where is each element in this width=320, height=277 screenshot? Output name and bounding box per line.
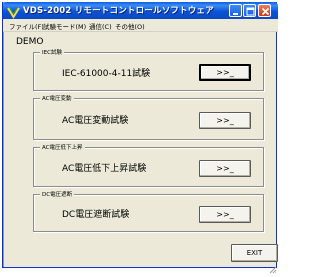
group-legend: AC電圧変動 [40, 94, 74, 102]
main-window: VDS-2002 リモートコントロールソフトウェア ファイル(F) 試験モード(… [2, 2, 278, 274]
menu-communication[interactable]: 通信(C) [89, 21, 112, 31]
menu-other[interactable]: その他(O) [115, 21, 145, 31]
group-iec-test: IEC試験 IEC-61000-4-11試験 >>_ [33, 48, 264, 91]
menu-file[interactable]: ファイル(F) [9, 21, 44, 31]
minimize-icon[interactable] [229, 4, 242, 17]
start-iec-test-button[interactable]: >>_ [199, 64, 251, 81]
group-legend: DC電圧遮断 [40, 190, 75, 198]
mode-label: DEMO [16, 37, 44, 47]
maximize-icon[interactable] [243, 4, 256, 17]
group-dc-voltage-interruption: DC電圧遮断 DC電圧遮断試験 >>_ [33, 190, 264, 232]
test-label: DC電圧遮断試験 [62, 210, 130, 220]
start-ac-fluctuation-test-button[interactable]: >>_ [199, 112, 251, 129]
window-title: VDS-2002 リモートコントロールソフトウェア [23, 6, 214, 16]
title-bar[interactable]: VDS-2002 リモートコントロールソフトウェア [3, 2, 278, 19]
test-label: IEC-61000-4-11試験 [62, 69, 151, 79]
start-ac-dip-rise-test-button[interactable]: >>_ [199, 160, 251, 177]
start-dc-interruption-test-button[interactable]: >>_ [199, 206, 251, 223]
menu-test-mode[interactable]: 試験モード(M) [43, 21, 86, 31]
test-label: AC電圧変動試験 [62, 116, 129, 126]
test-label: AC電圧低下上昇試験 [62, 164, 147, 174]
group-legend: IEC試験 [40, 48, 64, 56]
resize-grip-icon[interactable] [269, 259, 277, 274]
group-ac-voltage-fluctuation: AC電圧変動 AC電圧変動試験 >>_ [33, 94, 264, 140]
group-ac-voltage-dip-rise: AC電圧低下上昇 AC電圧低下上昇試験 >>_ [33, 143, 264, 187]
group-legend: AC電圧低下上昇 [40, 143, 85, 151]
menu-bar: ファイル(F) 試験モード(M) 通信(C) その他(O) [3, 19, 278, 32]
app-logo-icon[interactable] [7, 4, 20, 19]
close-icon[interactable] [258, 4, 271, 17]
